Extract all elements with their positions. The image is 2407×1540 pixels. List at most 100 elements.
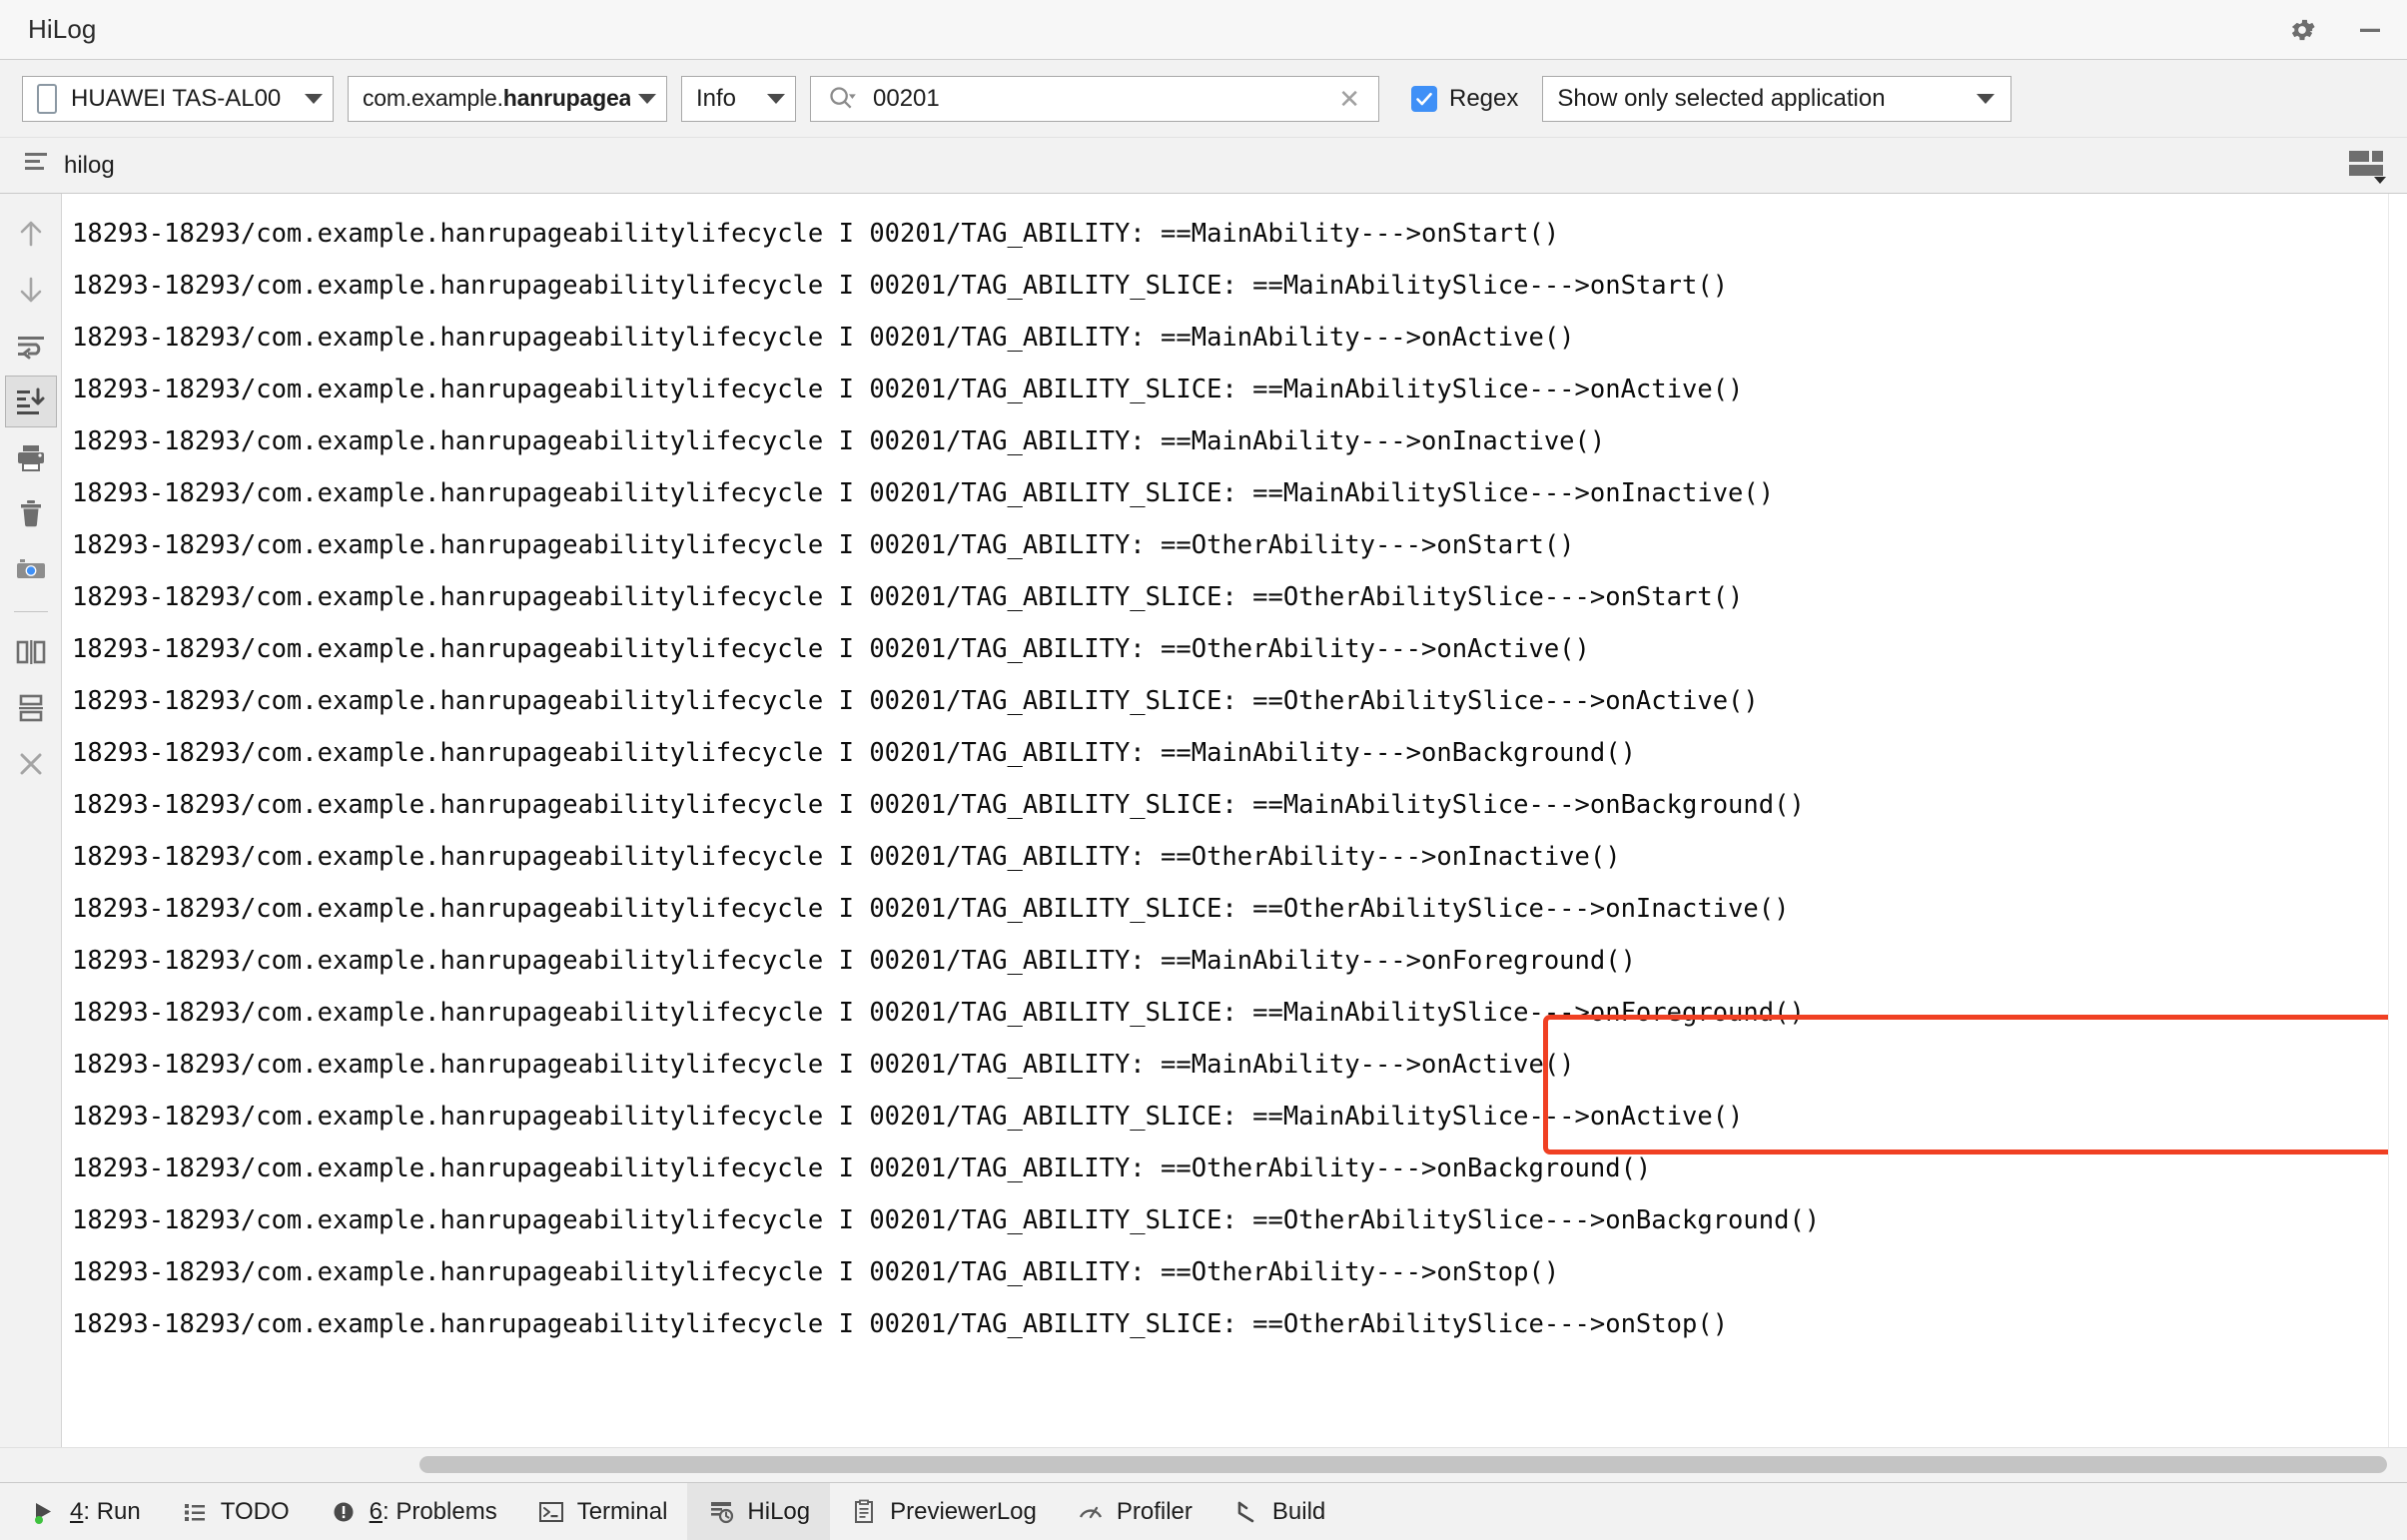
chevron-down-icon bbox=[305, 93, 323, 104]
log-line[interactable]: 18293-18293/com.example.hanrupageability… bbox=[72, 831, 2407, 883]
status-bar-item-label: HiLog bbox=[747, 1497, 811, 1525]
hilog-body: 18293-18293/com.example.hanrupageability… bbox=[0, 194, 2407, 1447]
log-line[interactable]: 18293-18293/com.example.hanrupageability… bbox=[72, 623, 2407, 675]
device-label-wrap: HUAWEI TAS-AL00 bbox=[37, 83, 297, 114]
rail-divider bbox=[13, 611, 48, 612]
log-line[interactable]: 18293-18293/com.example.hanrupageability… bbox=[72, 1298, 2407, 1350]
log-line[interactable]: 18293-18293/com.example.hanrupageability… bbox=[72, 727, 2407, 779]
tab-hilog[interactable]: hilog bbox=[24, 151, 141, 180]
clear-all-icon[interactable] bbox=[5, 487, 57, 539]
log-level-label: Info bbox=[696, 84, 737, 112]
run-icon bbox=[30, 1498, 58, 1526]
status-bar-item-todo[interactable]: TODO bbox=[161, 1483, 310, 1540]
package-name: hanrupageabilitylif bbox=[502, 85, 630, 111]
chevron-down-icon bbox=[767, 93, 785, 104]
package-selector[interactable]: com.example.hanrupageabilitylif bbox=[348, 75, 667, 122]
status-bar-item-terminal[interactable]: Terminal bbox=[517, 1483, 688, 1540]
screenshot-camera-icon[interactable] bbox=[5, 543, 57, 595]
filter-toolbar: HUAWEI TAS-AL00 com.example.hanrupageabi… bbox=[0, 60, 2407, 138]
log-line[interactable]: 18293-18293/com.example.hanrupageability… bbox=[72, 519, 2407, 571]
log-line[interactable]: 18293-18293/com.example.hanrupageability… bbox=[72, 467, 2407, 519]
hilog-action-rail bbox=[0, 194, 62, 1447]
status-bar-item-shortcut: 4 bbox=[70, 1497, 84, 1525]
minimize-icon[interactable] bbox=[2353, 13, 2387, 47]
layout-columns-icon[interactable] bbox=[2347, 147, 2389, 185]
status-bar-item-build[interactable]: Build bbox=[1212, 1483, 1345, 1540]
split-vertically-icon[interactable] bbox=[5, 626, 57, 678]
chevron-down-icon bbox=[1977, 93, 1996, 104]
log-line[interactable]: 18293-18293/com.example.hanrupageability… bbox=[72, 364, 2407, 415]
tab-label: hilog bbox=[64, 151, 115, 179]
soft-wrap-icon[interactable] bbox=[5, 320, 57, 372]
close-icon[interactable] bbox=[5, 738, 57, 790]
scroll-up-icon[interactable] bbox=[5, 208, 57, 260]
search-box[interactable]: ✕ bbox=[810, 75, 1379, 122]
log-line[interactable]: 18293-18293/com.example.hanrupageability… bbox=[72, 935, 2407, 987]
log-lines-icon bbox=[24, 151, 50, 180]
profiler-icon bbox=[1077, 1498, 1105, 1526]
package-prefix: com.example. bbox=[363, 85, 503, 111]
gear-icon[interactable] bbox=[2285, 13, 2319, 47]
device-selector[interactable]: HUAWEI TAS-AL00 bbox=[22, 75, 334, 122]
status-bar-item-shortcut: 6 bbox=[369, 1497, 383, 1525]
hilog-tab-strip: hilog bbox=[0, 138, 2407, 194]
log-line[interactable]: 18293-18293/com.example.hanrupageability… bbox=[72, 571, 2407, 623]
regex-label: Regex bbox=[1449, 84, 1519, 112]
scope-label: Show only selected application bbox=[1557, 84, 1886, 112]
device-label: HUAWEI TAS-AL00 bbox=[71, 84, 282, 112]
scroll-down-icon[interactable] bbox=[5, 264, 57, 316]
window-actions bbox=[2285, 0, 2387, 59]
status-bar-item-hilog[interactable]: HiLog bbox=[687, 1483, 831, 1540]
vertical-scrollbar[interactable] bbox=[2388, 194, 2407, 1447]
hilog-icon bbox=[707, 1498, 735, 1526]
regex-checkbox[interactable] bbox=[1411, 85, 1437, 112]
hilog-window: HiLog HUAWEI TAS-AL00 com.example.hanrup… bbox=[0, 0, 2407, 1540]
log-line[interactable]: 18293-18293/com.example.hanrupageability… bbox=[72, 987, 2407, 1039]
status-bar-item-profiler[interactable]: Profiler bbox=[1057, 1483, 1212, 1540]
regex-toggle[interactable]: Regex bbox=[1411, 85, 1518, 113]
horizontal-scrollbar-thumb[interactable] bbox=[419, 1456, 2387, 1473]
log-line[interactable]: 18293-18293/com.example.hanrupageability… bbox=[72, 1143, 2407, 1194]
status-bar: 4: Run TODO 6: Problems Terminal HiLog Previe… bbox=[0, 1482, 2407, 1540]
log-line[interactable]: 18293-18293/com.example.hanrupageability… bbox=[72, 312, 2407, 364]
log-line[interactable]: 18293-18293/com.example.hanrupageability… bbox=[72, 779, 2407, 831]
status-bar-item-label: Terminal bbox=[576, 1497, 668, 1525]
scope-selector[interactable]: Show only selected application bbox=[1542, 75, 2012, 122]
phone-icon bbox=[37, 83, 57, 114]
problems-icon bbox=[330, 1498, 358, 1526]
status-bar-item-label: 4: Run bbox=[70, 1497, 141, 1525]
log-line[interactable]: 18293-18293/com.example.hanrupageability… bbox=[72, 1039, 2407, 1091]
log-line[interactable]: 18293-18293/com.example.hanrupageability… bbox=[72, 260, 2407, 312]
log-line[interactable]: 18293-18293/com.example.hanrupageability… bbox=[72, 1246, 2407, 1298]
status-bar-item-label: TODO bbox=[220, 1497, 290, 1525]
log-line[interactable]: 18293-18293/com.example.hanrupageability… bbox=[72, 1091, 2407, 1143]
status-bar-item-previewerlog[interactable]: PreviewerLog bbox=[830, 1483, 1057, 1540]
todo-icon bbox=[181, 1498, 209, 1526]
scroll-to-end-icon[interactable] bbox=[4, 376, 57, 427]
status-bar-item-label: 6: Problems bbox=[369, 1497, 497, 1525]
status-bar-item-label: Build bbox=[1271, 1497, 1326, 1525]
window-title: HiLog bbox=[28, 14, 97, 44]
log-output-pane[interactable]: 18293-18293/com.example.hanrupageability… bbox=[62, 194, 2407, 1447]
build-icon bbox=[1232, 1498, 1260, 1526]
log-level-selector[interactable]: Info bbox=[681, 75, 796, 122]
log-line[interactable]: 18293-18293/com.example.hanrupageability… bbox=[72, 675, 2407, 727]
status-bar-item-run[interactable]: 4: Run bbox=[10, 1483, 161, 1540]
print-icon[interactable] bbox=[5, 431, 57, 483]
package-label-wrap: com.example.hanrupageabilitylif bbox=[363, 85, 630, 112]
status-bar-item-problems[interactable]: 6: Problems bbox=[310, 1483, 517, 1540]
log-lines: 18293-18293/com.example.hanrupageability… bbox=[62, 194, 2407, 1350]
horizontal-scrollbar[interactable] bbox=[0, 1447, 2407, 1482]
chevron-down-icon bbox=[638, 93, 656, 104]
log-line[interactable]: 18293-18293/com.example.hanrupageability… bbox=[72, 208, 2407, 260]
log-line[interactable]: 18293-18293/com.example.hanrupageability… bbox=[72, 415, 2407, 467]
previewerlog-icon bbox=[850, 1498, 878, 1526]
terminal-icon bbox=[537, 1498, 565, 1526]
search-icon bbox=[827, 84, 857, 114]
log-line[interactable]: 18293-18293/com.example.hanrupageability… bbox=[72, 1194, 2407, 1246]
log-line[interactable]: 18293-18293/com.example.hanrupageability… bbox=[72, 883, 2407, 935]
status-bar-item-label: Profiler bbox=[1116, 1497, 1193, 1525]
close-icon[interactable]: ✕ bbox=[1334, 86, 1364, 112]
search-input[interactable] bbox=[871, 83, 1321, 114]
split-horizontally-icon[interactable] bbox=[5, 682, 57, 734]
